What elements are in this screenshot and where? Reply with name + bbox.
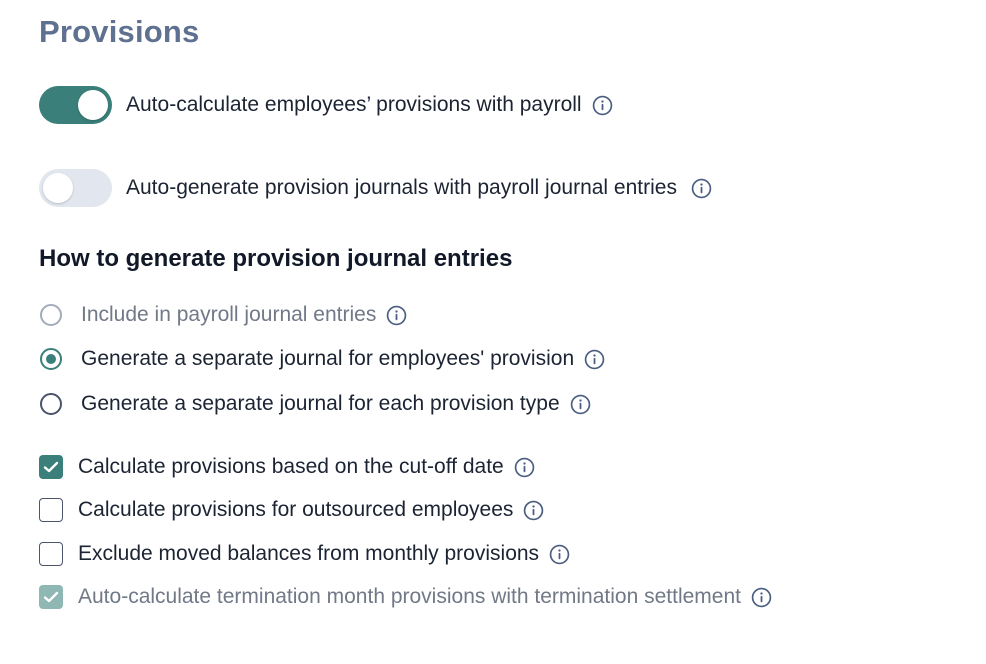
auto-generate-toggle[interactable] (39, 169, 112, 207)
radio-separate-employees-label: Generate a separate journal for employee… (81, 347, 575, 370)
section-heading: How to generate provision journal entrie… (39, 245, 513, 272)
info-icon[interactable] (549, 544, 570, 565)
info-icon[interactable] (751, 587, 772, 608)
checkbox-termination[interactable] (39, 585, 63, 609)
info-icon[interactable] (386, 305, 407, 326)
checkbox-cutoff-label: Calculate provisions based on the cut-of… (78, 455, 504, 478)
page-title: Provisions (39, 14, 200, 49)
radio-each-type[interactable] (40, 393, 62, 415)
toggle-knob (43, 173, 73, 203)
radio-option-each-type: Generate a separate journal for each pro… (40, 392, 591, 416)
info-icon[interactable] (514, 457, 535, 478)
auto-calculate-label: Auto-calculate employees’ provisions wit… (126, 93, 582, 116)
checkbox-row-moved-balances: Exclude moved balances from monthly prov… (39, 542, 570, 566)
radio-each-type-label: Generate a separate journal for each pro… (81, 392, 560, 415)
checkmark-icon (43, 461, 59, 473)
radio-option-separate-employees: Generate a separate journal for employee… (40, 347, 605, 371)
info-icon[interactable] (523, 500, 544, 521)
auto-generate-label: Auto-generate provision journals with pa… (126, 176, 677, 199)
checkbox-outsourced[interactable] (39, 498, 63, 522)
info-icon[interactable] (691, 178, 712, 199)
radio-include-label: Include in payroll journal entries (81, 303, 377, 326)
checkbox-moved-balances-label: Exclude moved balances from monthly prov… (78, 542, 540, 565)
info-icon[interactable] (592, 95, 613, 116)
checkbox-termination-label: Auto-calculate termination month provisi… (78, 585, 741, 608)
auto-calculate-toggle[interactable] (39, 86, 112, 124)
checkbox-cutoff-date[interactable] (39, 455, 63, 479)
checkbox-row-outsourced: Calculate provisions for outsourced empl… (39, 498, 544, 522)
checkmark-icon (43, 591, 59, 603)
radio-option-include: Include in payroll journal entries (40, 303, 407, 327)
toggle-knob (78, 90, 108, 120)
checkbox-row-cutoff: Calculate provisions based on the cut-of… (39, 455, 535, 479)
checkbox-moved-balances[interactable] (39, 542, 63, 566)
checkbox-outsourced-label: Calculate provisions for outsourced empl… (78, 498, 514, 521)
toggle-row-auto-generate: Auto-generate provision journals with pa… (39, 169, 712, 207)
info-icon[interactable] (584, 349, 605, 370)
checkbox-row-termination: Auto-calculate termination month provisi… (39, 585, 772, 609)
toggle-row-auto-calculate: Auto-calculate employees’ provisions wit… (39, 86, 613, 124)
info-icon[interactable] (570, 394, 591, 415)
radio-include-payroll[interactable] (40, 304, 62, 326)
radio-separate-employees[interactable] (40, 348, 62, 370)
